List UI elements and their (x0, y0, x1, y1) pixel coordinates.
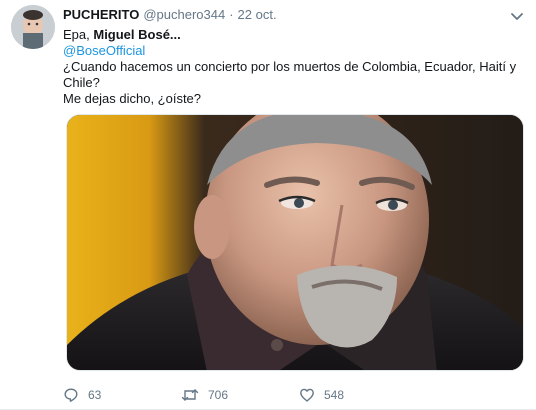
tweet-header: PUCHERITO @puchero344 · 22 oct. (63, 6, 525, 24)
greeting-bold-name: Miguel Bosé... (93, 27, 181, 42)
tweet-actions: 63 706 548 (63, 385, 483, 405)
like-count: 548 (324, 388, 345, 402)
tweet-date[interactable]: 22 oct. (238, 6, 277, 24)
reply-count: 63 (88, 388, 102, 402)
reply-icon (64, 388, 78, 402)
reply-button[interactable]: 63 (63, 387, 181, 403)
like-button[interactable]: 548 (299, 387, 417, 403)
tweet-text: Epa, Miguel Bosé... @BoseOfficial ¿Cuand… (63, 27, 525, 107)
tweet[interactable]: PUCHERITO @puchero344 · 22 oct. Epa, Mig… (0, 0, 536, 410)
tweet-body: PUCHERITO @puchero344 · 22 oct. Epa, Mig… (63, 6, 525, 107)
avatar[interactable] (11, 5, 55, 49)
heart-icon (300, 388, 314, 402)
chevron-down-icon[interactable] (510, 11, 524, 23)
tweet-line-3: ¿Cuando hacemos un concierto por los mue… (63, 59, 517, 74)
tweet-line-5: Me dejas dicho, ¿oíste? (63, 91, 202, 106)
retweet-button[interactable]: 706 (181, 387, 299, 403)
tweet-photo[interactable] (66, 114, 524, 371)
separator-dot: · (229, 7, 234, 22)
mention-link[interactable]: @BoseOfficial (63, 43, 525, 59)
greeting-text: Epa, (63, 27, 94, 42)
tweet-line-4: Chile? (63, 75, 100, 90)
tweet-line-1: Epa, Miguel Bosé... (63, 27, 525, 43)
author-name[interactable]: PUCHERITO (63, 6, 139, 24)
retweet-icon (181, 389, 199, 401)
author-handle[interactable]: @puchero344 (143, 6, 225, 24)
retweet-count: 706 (208, 388, 229, 402)
